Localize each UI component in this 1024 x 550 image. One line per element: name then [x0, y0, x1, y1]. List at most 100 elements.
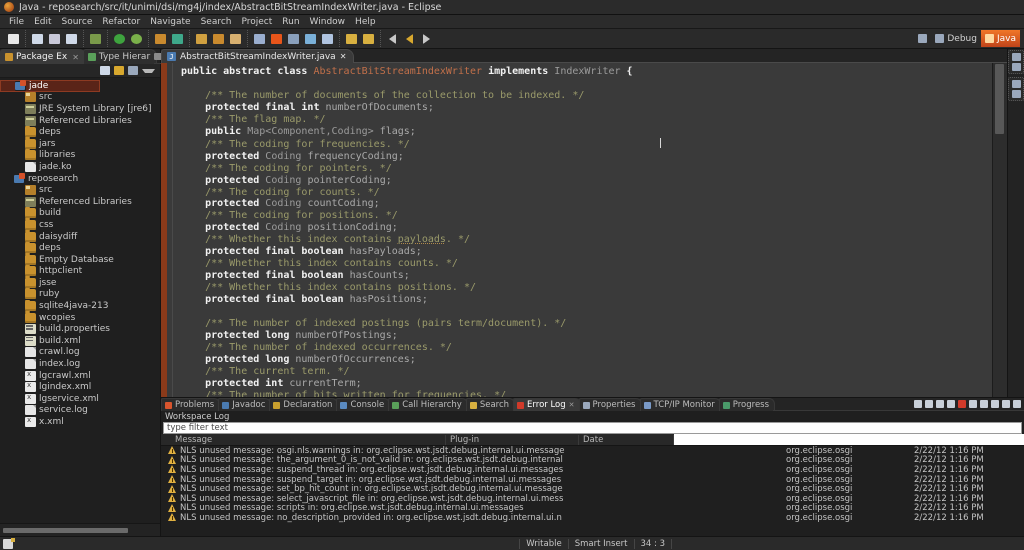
- editor-vertical-scrollbar[interactable]: [992, 63, 1007, 397]
- properties-minimized-icon[interactable]: [1011, 63, 1021, 71]
- tree-horizontal-scrollbar[interactable]: [0, 523, 160, 536]
- restore-icon[interactable]: [1011, 80, 1021, 88]
- log-row[interactable]: NLS unused message: select_javascript_fi…: [161, 494, 1024, 504]
- edit-button[interactable]: [227, 31, 244, 47]
- tree-item[interactable]: deps: [0, 125, 160, 138]
- column-header-plugin[interactable]: Plug-in: [446, 434, 579, 445]
- tab-javadoc[interactable]: Javadoc: [218, 398, 272, 411]
- menu-item-source[interactable]: Source: [57, 17, 98, 27]
- restore-log-icon[interactable]: [947, 400, 955, 408]
- tree-item-selected[interactable]: jade: [0, 79, 100, 92]
- tree-item[interactable]: service.log: [0, 405, 160, 417]
- menu-item-file[interactable]: File: [4, 17, 29, 27]
- menu-item-search[interactable]: Search: [196, 17, 237, 27]
- tree-item[interactable]: libraries: [0, 148, 160, 162]
- tree-item[interactable]: crawl.log: [0, 347, 160, 359]
- external-tools-button[interactable]: [87, 31, 104, 47]
- marker-button[interactable]: [268, 31, 285, 47]
- print-button[interactable]: [63, 31, 80, 47]
- view-menu-chevron-down-icon[interactable]: [142, 68, 155, 73]
- tab-package-ex[interactable]: Package Ex ✕: [0, 49, 86, 64]
- tab-progress[interactable]: Progress: [718, 398, 776, 411]
- scrollbar-thumb[interactable]: [995, 64, 1004, 134]
- menu-item-run[interactable]: Run: [277, 17, 304, 27]
- editor-tab-abstractbitstreamindexwriter[interactable]: J AbstractBitStreamIndexWriter.java ✕: [161, 49, 355, 63]
- perspective-debug[interactable]: Debug: [931, 30, 981, 47]
- log-table-body[interactable]: NLS unused message: osgi.nls.warnings in…: [161, 446, 1024, 536]
- scrollbar-thumb[interactable]: [3, 527, 128, 533]
- maximize-icon[interactable]: [1011, 90, 1021, 98]
- tree-item[interactable]: build.properties: [0, 323, 160, 335]
- new-java-package-button[interactable]: [152, 31, 169, 47]
- open-implementation-button[interactable]: [360, 31, 377, 47]
- search-button[interactable]: [251, 31, 268, 47]
- tree-item[interactable]: x.xml: [0, 416, 160, 428]
- tree-item[interactable]: lgindex.xml: [0, 381, 160, 393]
- view-menu-icon[interactable]: [128, 66, 138, 75]
- tab-error-log[interactable]: Error Log ✕: [513, 398, 581, 411]
- tree-item[interactable]: lgservice.xml: [0, 393, 160, 405]
- log-row[interactable]: NLS unused message: no_description_provi…: [161, 513, 1024, 523]
- tree-item[interactable]: ruby: [0, 287, 160, 301]
- save-button[interactable]: [29, 31, 46, 47]
- tree-item[interactable]: Referenced Libraries: [0, 115, 160, 127]
- log-row[interactable]: NLS unused message: osgi.nls.warnings in…: [161, 446, 1024, 456]
- perspective-java[interactable]: Java: [980, 30, 1020, 47]
- link-editor-icon[interactable]: [100, 66, 110, 75]
- tab-declaration[interactable]: Declaration: [269, 398, 339, 411]
- close-icon[interactable]: ✕: [569, 401, 575, 409]
- next-annotation-button[interactable]: [285, 31, 302, 47]
- close-icon[interactable]: ✕: [72, 53, 79, 62]
- tree-item[interactable]: lgcrawl.xml: [0, 370, 160, 382]
- tree-item[interactable]: css: [0, 218, 160, 231]
- tab-search[interactable]: Search: [465, 398, 516, 411]
- filter-input[interactable]: type filter text: [163, 422, 1022, 434]
- tree-item[interactable]: JRE System Library [jre6]: [0, 103, 160, 115]
- menu-item-project[interactable]: Project: [236, 17, 277, 27]
- back-button[interactable]: [384, 31, 401, 47]
- tree-item[interactable]: jsse: [0, 276, 160, 289]
- tree-item[interactable]: jars: [0, 137, 160, 150]
- menu-item-window[interactable]: Window: [305, 17, 351, 27]
- open-perspective-button[interactable]: [914, 30, 931, 47]
- tree-item[interactable]: src: [0, 184, 160, 196]
- tree-item[interactable]: Referenced Libraries: [0, 196, 160, 208]
- tree-item[interactable]: build.xml: [0, 335, 160, 347]
- tree-item[interactable]: Empty Database: [0, 253, 160, 266]
- save-all-button[interactable]: [46, 31, 63, 47]
- tree-item[interactable]: reposearch: [0, 172, 160, 185]
- tree-item[interactable]: sqlite4java-213: [0, 299, 160, 312]
- debug-button[interactable]: [128, 31, 145, 47]
- close-icon[interactable]: ✕: [340, 52, 347, 61]
- tree-item[interactable]: src: [0, 92, 160, 104]
- tree-item[interactable]: daisydiff: [0, 230, 160, 243]
- event-details-icon[interactable]: [980, 400, 988, 408]
- open-task-button[interactable]: [210, 31, 227, 47]
- tab-call-hierarchy[interactable]: Call Hierarchy: [388, 398, 468, 411]
- tab-console[interactable]: Console: [336, 398, 391, 411]
- new-java-class-button[interactable]: [169, 31, 186, 47]
- open-type-button[interactable]: [193, 31, 210, 47]
- menu-item-help[interactable]: Help: [350, 17, 381, 27]
- tab-problems[interactable]: Problems: [161, 398, 221, 411]
- maximize-icon[interactable]: [1013, 400, 1021, 408]
- previous-edit-button[interactable]: [302, 31, 319, 47]
- log-row[interactable]: NLS unused message: suspend_target in: o…: [161, 475, 1024, 485]
- tree-item[interactable]: jade.ko: [0, 161, 160, 173]
- delete-red-x-icon[interactable]: [958, 400, 966, 408]
- tab-properties[interactable]: Properties: [578, 398, 642, 411]
- view-menu-icon[interactable]: [991, 400, 999, 408]
- tab-tcp-ip-monitor[interactable]: TCP/IP Monitor: [639, 398, 721, 411]
- tree-item[interactable]: deps: [0, 241, 160, 254]
- project-tree[interactable]: jade src JRE System Library [jre6] Referenc…: [0, 78, 160, 523]
- log-row[interactable]: NLS unused message: suspend_thread in: o…: [161, 465, 1024, 475]
- menu-item-navigate[interactable]: Navigate: [145, 17, 195, 27]
- new-log-icon[interactable]: [969, 400, 977, 408]
- menu-item-edit[interactable]: Edit: [29, 17, 56, 27]
- new-wizard-button[interactable]: [5, 31, 22, 47]
- toggle-mark-button[interactable]: [319, 31, 336, 47]
- outline-minimized-icon[interactable]: [1011, 53, 1021, 61]
- tree-item[interactable]: httpclient: [0, 264, 160, 278]
- column-header-date[interactable]: Date: [579, 434, 674, 445]
- export-log-icon[interactable]: [914, 400, 922, 408]
